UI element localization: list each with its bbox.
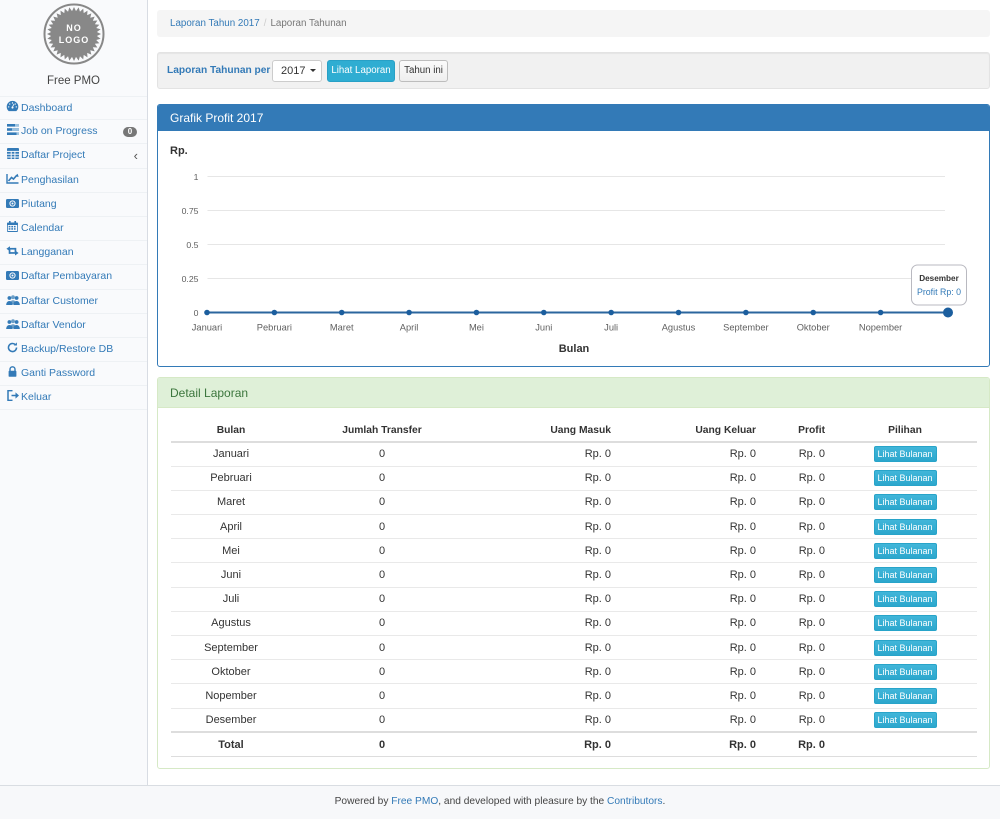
svg-text:Juni: Juni bbox=[535, 323, 552, 333]
svg-text:0: 0 bbox=[194, 308, 199, 318]
svg-text:Januari: Januari bbox=[192, 323, 223, 333]
svg-text:Maret: Maret bbox=[330, 323, 354, 333]
svg-text:Profit Rp: 0: Profit Rp: 0 bbox=[917, 287, 961, 297]
svg-text:Mei: Mei bbox=[469, 323, 484, 333]
svg-text:Oktober: Oktober bbox=[797, 323, 830, 333]
svg-text:Nopember: Nopember bbox=[859, 323, 902, 333]
svg-text:Pebruari: Pebruari bbox=[257, 323, 292, 333]
svg-text:0.25: 0.25 bbox=[182, 274, 199, 284]
svg-text:0.75: 0.75 bbox=[182, 206, 199, 216]
svg-text:Rp.: Rp. bbox=[170, 145, 188, 157]
svg-text:Agustus: Agustus bbox=[662, 323, 696, 333]
svg-text:Juli: Juli bbox=[604, 323, 618, 333]
svg-text:LOGO: LOGO bbox=[59, 35, 90, 45]
svg-text:0.5: 0.5 bbox=[186, 240, 198, 250]
svg-text:1: 1 bbox=[194, 172, 199, 182]
svg-text:NO: NO bbox=[66, 23, 82, 33]
svg-text:September: September bbox=[723, 323, 768, 333]
svg-text:Bulan: Bulan bbox=[559, 343, 590, 355]
svg-text:Desember: Desember bbox=[919, 274, 959, 283]
svg-text:April: April bbox=[400, 323, 419, 333]
